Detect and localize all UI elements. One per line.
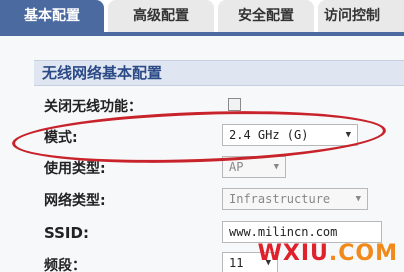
band-label: 频段：	[44, 258, 86, 272]
dropdown-arrow-icon: ▼	[273, 162, 279, 172]
ssid-input[interactable]: www.milincn.com	[222, 221, 382, 243]
disable-wireless-label-text: 关闭无线功能	[44, 99, 128, 115]
tab-advanced-config[interactable]: 高级配置	[108, 0, 214, 32]
tab-basic-config[interactable]: 基本配置	[0, 0, 104, 32]
usage-type-select-value: AP	[229, 160, 244, 174]
watermark-logo: WXIU.COM	[258, 241, 398, 266]
dropdown-arrow-icon: ▼	[355, 194, 361, 204]
network-type-select-value: Infrastructure	[229, 192, 331, 206]
section-title: 无线网络基本配置	[34, 60, 404, 86]
tab-bar: 基本配置 高级配置 安全配置 访问控制	[0, 0, 404, 32]
ssid-label: SSID:	[44, 224, 89, 242]
tab-security-config[interactable]: 安全配置	[218, 0, 314, 32]
disable-wireless-colon: ：	[128, 99, 142, 115]
disable-wireless-label: 关闭无线功能：	[44, 96, 142, 116]
network-type-label: 网络类型:	[44, 193, 106, 209]
disable-wireless-checkbox[interactable]	[228, 98, 241, 111]
tab-access-control[interactable]: 访问控制	[318, 0, 404, 32]
watermark-part2: .COM	[328, 241, 398, 266]
network-type-select[interactable]: Infrastructure ▼	[222, 188, 368, 210]
watermark-part1: WXIU	[257, 241, 329, 266]
band-select-value: 11	[229, 256, 244, 270]
